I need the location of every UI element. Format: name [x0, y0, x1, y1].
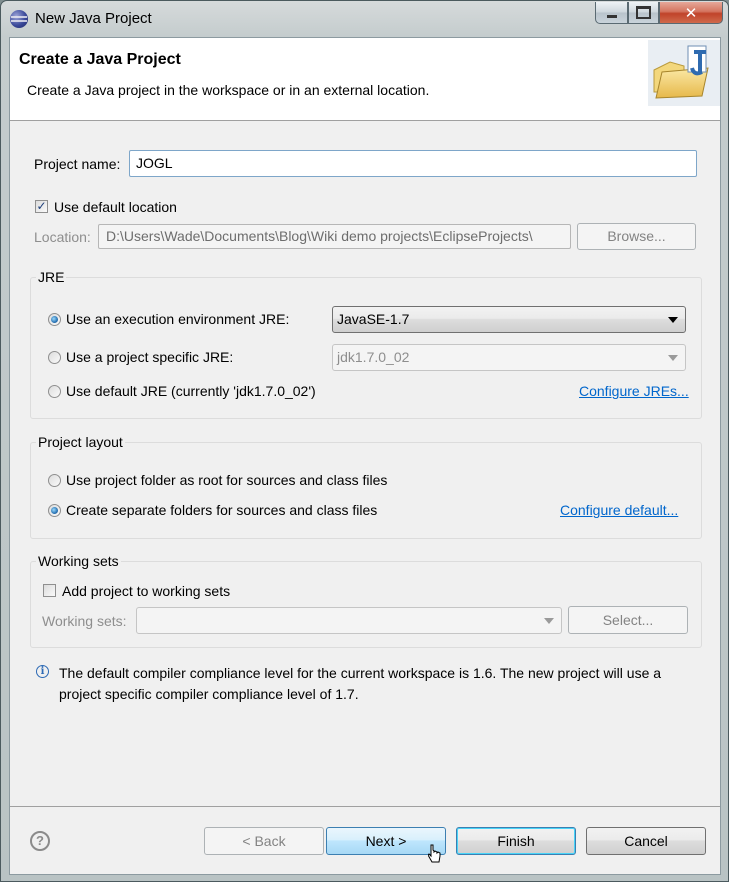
new-java-project-folder-icon: [648, 40, 720, 106]
info-icon: i: [36, 665, 49, 678]
jre-project-specific-label: Use a project specific JRE:: [66, 349, 234, 365]
browse-button[interactable]: Browse...: [577, 223, 696, 250]
minimize-icon: [606, 15, 617, 18]
jre-execution-env-label: Use an execution environment JRE:: [66, 311, 290, 327]
layout-root-folder-radio[interactable]: [48, 474, 61, 487]
cancel-button[interactable]: Cancel: [586, 827, 706, 855]
jre-default-radio[interactable]: [48, 385, 61, 398]
help-icon[interactable]: ?: [30, 831, 50, 851]
eclipse-icon: [10, 10, 28, 28]
title-bar[interactable]: New Java Project ✕: [1, 1, 728, 37]
working-sets-group-label: Working sets: [36, 553, 121, 569]
working-sets-group: [30, 561, 702, 648]
add-to-working-sets-checkbox[interactable]: [43, 584, 56, 597]
chevron-down-icon: [544, 618, 554, 624]
compliance-info-message: The default compiler compliance level fo…: [59, 665, 662, 702]
dialog-window: New Java Project ✕ Create a Java Project…: [0, 0, 729, 882]
banner-title: Create a Java Project: [19, 51, 181, 68]
jre-default-label: Use default JRE (currently 'jdk1.7.0_02'…: [66, 383, 316, 399]
project-layout-group-label: Project layout: [36, 434, 125, 450]
footer-separator: [10, 806, 720, 807]
jre-group-label: JRE: [36, 269, 67, 285]
location-input[interactable]: D:\Users\Wade\Documents\Blog\Wiki demo p…: [98, 224, 571, 249]
finish-button[interactable]: Finish: [456, 827, 576, 855]
add-to-working-sets-label: Add project to working sets: [62, 583, 231, 599]
configure-default-link[interactable]: Configure default...: [560, 502, 678, 518]
layout-separate-folders-radio[interactable]: [48, 504, 61, 517]
project-name-label: Project name:: [34, 156, 121, 172]
project-name-input[interactable]: JOGL: [129, 150, 697, 177]
chevron-down-icon: [668, 355, 678, 361]
execution-env-value: JavaSE-1.7: [337, 311, 410, 327]
close-button[interactable]: ✕: [659, 2, 723, 24]
layout-separate-folders-label: Create separate folders for sources and …: [66, 502, 378, 518]
maximize-button[interactable]: [628, 2, 659, 24]
jre-project-specific-radio[interactable]: [48, 351, 61, 364]
checkmark-icon: ✓: [36, 199, 47, 213]
window-title: New Java Project: [35, 10, 152, 27]
dialog-client: Create a Java Project Create a Java proj…: [9, 37, 721, 875]
working-sets-select[interactable]: [136, 607, 562, 634]
working-sets-label: Working sets:: [42, 613, 127, 629]
back-button[interactable]: < Back: [204, 827, 324, 855]
maximize-icon: [636, 6, 651, 19]
wizard-banner: Create a Java Project Create a Java proj…: [10, 38, 720, 121]
close-icon: ✕: [684, 4, 698, 22]
execution-env-select[interactable]: JavaSE-1.7: [332, 306, 686, 333]
use-default-location-checkbox[interactable]: ✓: [35, 200, 48, 213]
layout-root-folder-label: Use project folder as root for sources a…: [66, 472, 388, 488]
jre-execution-env-radio[interactable]: [48, 313, 61, 326]
location-label: Location:: [34, 229, 91, 245]
select-working-sets-button[interactable]: Select...: [568, 606, 688, 634]
configure-jres-link[interactable]: Configure JREs...: [579, 383, 689, 399]
project-jre-select[interactable]: jdk1.7.0_02: [332, 344, 686, 371]
chevron-down-icon: [668, 317, 678, 323]
banner-description: Create a Java project in the workspace o…: [27, 82, 430, 98]
mouse-cursor-icon: [428, 844, 441, 863]
project-jre-value: jdk1.7.0_02: [337, 349, 410, 365]
project-layout-group: [30, 442, 702, 539]
use-default-location-label: Use default location: [54, 199, 177, 215]
minimize-button[interactable]: [595, 2, 628, 24]
